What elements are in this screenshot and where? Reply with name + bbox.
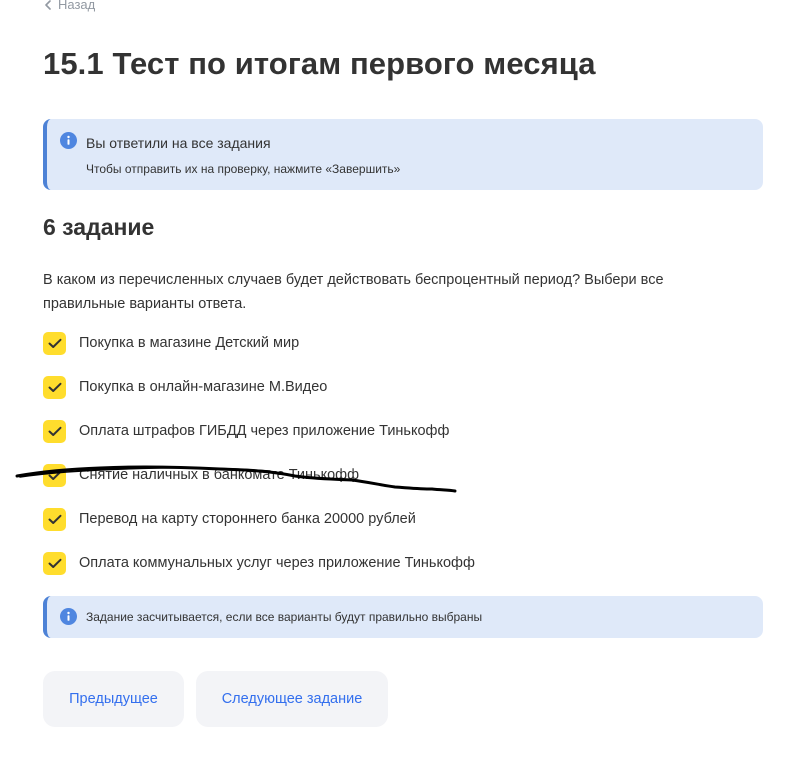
checkmark-icon [48, 558, 61, 568]
checkbox-checked[interactable] [43, 331, 66, 355]
scoring-notice: Задание засчитывается, если все варианты… [43, 596, 763, 638]
option-label: Перевод на карту стороннего банка 20000 … [79, 511, 416, 527]
next-task-button[interactable]: Следующее задание [196, 671, 388, 727]
option-item[interactable]: Оплата коммунальных услуг через приложен… [43, 551, 763, 575]
options-list: Покупка в магазине Детский мир Покупка в… [43, 331, 763, 595]
option-item[interactable]: Покупка в онлайн-магазине М.Видео [43, 375, 763, 399]
checkbox-checked[interactable] [43, 463, 66, 487]
option-label: Покупка в онлайн-магазине М.Видео [79, 379, 328, 395]
info-icon [60, 132, 77, 149]
checkmark-icon [48, 514, 61, 524]
option-label: Оплата штрафов ГИБДД через приложение Ти… [79, 423, 450, 439]
back-link[interactable]: Назад [44, 0, 95, 12]
completion-notice: Вы ответили на все задания Чтобы отправи… [43, 119, 763, 190]
task-title: 6 задание [43, 214, 155, 240]
task-question: В каком из перечисленных случаев будет д… [43, 272, 664, 312]
option-label: Оплата коммунальных услуг через приложен… [79, 555, 475, 571]
checkmark-icon [48, 426, 61, 436]
previous-button[interactable]: Предыдущее [43, 671, 184, 727]
notice-text: Чтобы отправить их на проверку, нажмите … [86, 162, 401, 176]
chevron-left-icon [44, 0, 52, 10]
checkbox-checked[interactable] [43, 419, 66, 443]
option-item[interactable]: Перевод на карту стороннего банка 20000 … [43, 507, 763, 531]
option-label: Снятие наличных в банкомате Тинькофф [79, 467, 360, 483]
back-label: Назад [58, 0, 96, 12]
option-item[interactable]: Снятие наличных в банкомате Тинькофф [43, 463, 763, 487]
option-item[interactable]: Покупка в магазине Детский мир [43, 331, 763, 355]
checkbox-checked[interactable] [43, 375, 66, 399]
notice-title: Вы ответили на все задания [86, 135, 271, 151]
checkbox-checked[interactable] [43, 551, 66, 575]
checkmark-icon [48, 470, 61, 480]
option-item[interactable]: Оплата штрафов ГИБДД через приложение Ти… [43, 419, 763, 443]
checkmark-icon [48, 338, 61, 348]
checkbox-checked[interactable] [43, 507, 66, 531]
checkmark-icon [48, 382, 61, 392]
notice-text: Задание засчитывается, если все варианты… [86, 610, 483, 624]
option-label: Покупка в магазине Детский мир [79, 335, 300, 351]
page: Назад 15.1 Тест по итогам первого месяца… [0, 0, 806, 757]
page-title: 15.1 Тест по итогам первого месяца [43, 46, 596, 81]
info-icon [60, 608, 77, 625]
